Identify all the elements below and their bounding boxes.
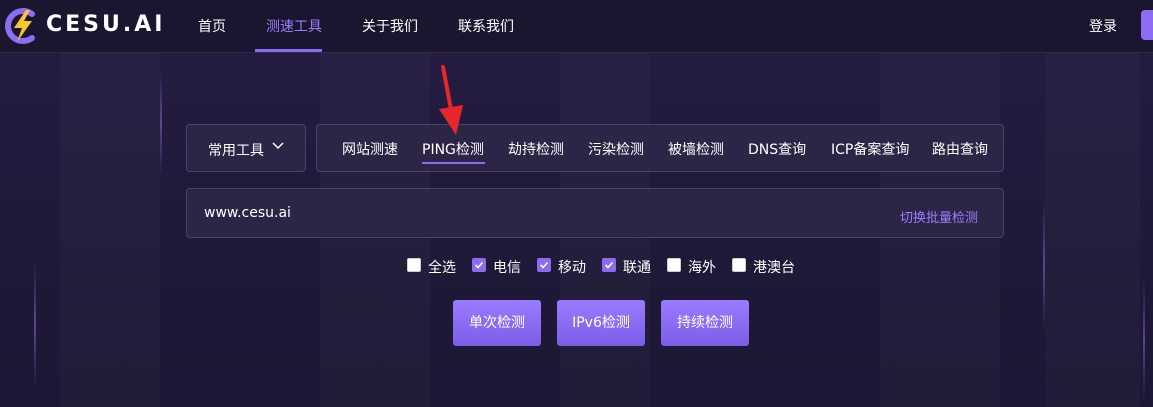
tab-ping[interactable]: PING检测 [422,139,484,159]
tab-icp-query[interactable]: ICP备案查询 [831,139,909,159]
background-streak [1143,280,1145,400]
checkbox-label: 港澳台 [753,260,795,276]
single-check-button[interactable]: 单次检测 [453,300,541,346]
checkbox-label: 电信 [493,260,521,276]
tab-route-query[interactable]: 路由查询 [932,139,988,159]
switch-batch-link[interactable]: 切换批量检测 [900,207,978,226]
checkbox-box[interactable] [602,258,616,272]
checkbox-label: 全选 [428,260,456,276]
nav-item-speed-tools[interactable]: 测速工具 [266,16,322,36]
checkmark-icon [474,261,484,269]
tool-category-label: 常用工具 [208,143,264,159]
tab-website-speed[interactable]: 网站测速 [342,139,398,159]
continuous-check-button[interactable]: 持续检测 [661,300,749,346]
checkbox-label: 联通 [623,260,651,276]
checkmark-icon [604,261,614,269]
checkbox-box[interactable] [407,258,421,272]
checkbox-box[interactable] [732,258,746,272]
tab-hijack-check[interactable]: 劫持检测 [508,139,564,159]
nav-item-about-us[interactable]: 关于我们 [362,16,418,36]
checkbox-label: 海外 [688,260,716,276]
tab-active-indicator [422,162,485,164]
background-streak [1043,200,1045,330]
nav-item-contact-us[interactable]: 联系我们 [458,16,514,36]
red-arrow-icon [439,65,463,135]
url-input-value[interactable]: www.cesu.ai [204,205,291,221]
nav-active-indicator [255,49,322,52]
tool-category-dropdown[interactable]: 常用工具 [186,124,306,172]
checkbox-label: 移动 [558,260,586,276]
checkbox-box[interactable] [472,258,486,272]
tab-pollution-check[interactable]: 污染检测 [588,139,644,159]
checkbox-box[interactable] [667,258,681,272]
tab-dns-query[interactable]: DNS查询 [748,139,806,159]
ipv6-check-button[interactable]: IPv6检测 [557,300,645,346]
tab-blocked-check[interactable]: 被墙检测 [668,139,724,159]
login-link[interactable]: 登录 [1089,16,1117,36]
background-stripe [60,52,160,407]
brand-name[interactable]: CESU.AI [46,12,165,37]
checkmark-icon [539,261,549,269]
background-streak [160,70,162,175]
register-button[interactable] [1141,10,1153,40]
tool-tabs: 网站测速 PING检测 劫持检测 污染检测 被墙检测 DNS查询 ICP备案查询… [316,124,1004,172]
url-input[interactable]: www.cesu.ai 切换批量检测 [186,188,1004,238]
nav-item-home[interactable]: 首页 [198,16,226,36]
lightning-c-logo-icon[interactable] [2,8,42,44]
chevron-down-icon [272,142,284,150]
checkbox-box[interactable] [537,258,551,272]
top-navbar: CESU.AI 首页 测速工具 关于我们 联系我们 登录 [0,0,1153,53]
background-stripe [1045,52,1140,407]
background-streak [34,260,36,390]
